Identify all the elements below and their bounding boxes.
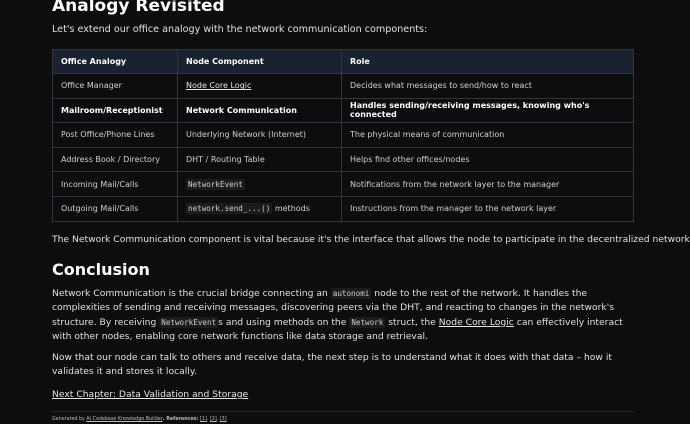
table-cell: Handles sending/receiving messages, know… [341,97,634,124]
footer: Generated by AI Codebase Knowledge Build… [52,417,227,422]
table-row: Incoming Mail/Calls NetworkEvent Notific… [52,171,634,197]
table-cell: NetworkEvent [177,171,342,197]
table-cell: Address Book / Directory [52,146,178,173]
table-cell: Mailroom/Receptionist [52,97,178,124]
table-row: Mailroom/Receptionist Network Communicat… [52,97,634,124]
text: struct, the [385,316,439,328]
reference-link-1[interactable]: [1] [200,417,207,422]
node-core-logic-link[interactable]: Node Core Logic [186,81,251,90]
table-cell: Post Office/Phone Lines [52,122,178,148]
table-cell: Notifications from the network layer to … [341,171,634,197]
text: s and using methods on the [218,316,350,328]
table-row: Post Office/Phone Lines Underlying Netwo… [52,122,634,148]
table-cell: Incoming Mail/Calls [52,171,178,197]
table-cell: The physical means of communication [341,122,634,148]
table-cell: Node Core Logic [177,73,342,99]
analogy-table: Office Analogy Node Component Role Offic… [52,49,634,222]
section-title-conclusion: Conclusion [52,260,150,279]
header-role: Role [341,49,634,74]
table-cell: Underlying Network (Internet) [177,122,342,148]
footer-generated: Generated by [52,417,87,422]
next-chapter-link[interactable]: Next Chapter: Data Validation and Storag… [52,388,248,402]
code-network-event: NetworkEvent [186,178,245,190]
header-node-component: Node Component [177,49,342,74]
node-core-logic-link[interactable]: Node Core Logic [439,317,514,328]
vital-text: The Network Communication component is v… [52,234,690,245]
code-autonomi: autonomi [330,288,372,299]
table-cell: Outgoing Mail/Calls [52,195,178,222]
reference-link-3[interactable]: [3] [220,417,227,422]
footer-divider [52,411,634,412]
text: Network Communication is the crucial bri… [52,288,331,299]
code-network-send: network.send_...() [186,203,273,215]
table-row: Address Book / Directory DHT / Routing T… [52,146,634,173]
conclusion-paragraph-1: Network Communication is the crucial bri… [52,287,636,345]
table-cell: Helps find other offices/nodes [341,146,634,173]
code-network: Network [349,316,386,328]
table-cell: Network Communication [177,97,342,124]
table-row: Office Manager Node Core Logic Decides w… [52,73,634,99]
intro-text: Let's extend our office analogy with the… [52,24,428,35]
methods-suffix: methods [272,204,310,214]
code-network-event: NetworkEvent [159,316,219,328]
table-cell: network.send_...() methods [177,195,342,222]
header-office-analogy: Office Analogy [52,49,178,74]
table-cell: Office Manager [52,73,178,99]
conclusion-paragraph-2: Now that our node can talk to others and… [52,352,613,378]
table-header-row: Office Analogy Node Component Role [52,49,634,74]
table-cell: Decides what messages to send/how to rea… [341,73,634,99]
footer-references-label: . References: [162,417,201,422]
section-title-analogy: Analogy Revisited [52,0,225,16]
builder-link[interactable]: AI Codebase Knowledge Builder [86,417,162,422]
table-cell: DHT / Routing Table [177,146,342,173]
table-row: Outgoing Mail/Calls network.send_...() m… [52,195,634,222]
reference-link-2[interactable]: [2] [210,417,217,422]
table-cell: Instructions from the manager to the net… [341,195,634,222]
